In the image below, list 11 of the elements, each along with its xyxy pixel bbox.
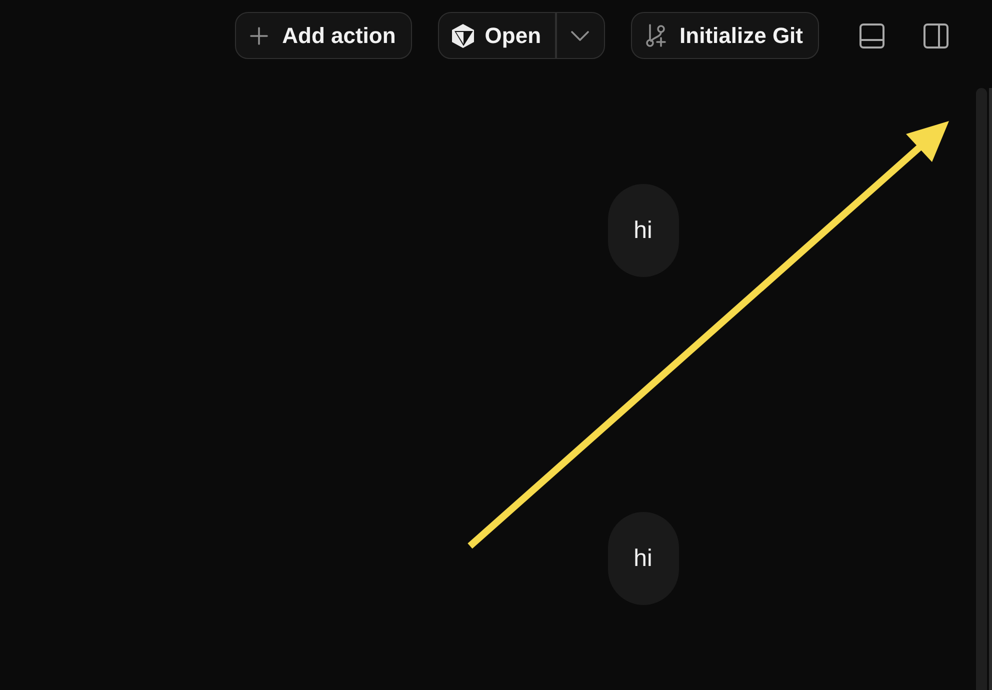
chevron-down-icon [571, 30, 590, 40]
cube-icon [450, 22, 475, 48]
panel-bottom-icon [859, 22, 885, 48]
message-bubble: hi [608, 184, 678, 277]
message-bubble: hi [608, 512, 678, 605]
panel-right-icon [923, 22, 949, 48]
add-action-button[interactable]: Add action [235, 12, 412, 59]
plus-icon [250, 26, 268, 44]
open-button[interactable]: Open [438, 13, 556, 58]
initialize-git-button[interactable]: Initialize Git [630, 12, 819, 59]
git-branch-plus-icon [646, 24, 666, 48]
